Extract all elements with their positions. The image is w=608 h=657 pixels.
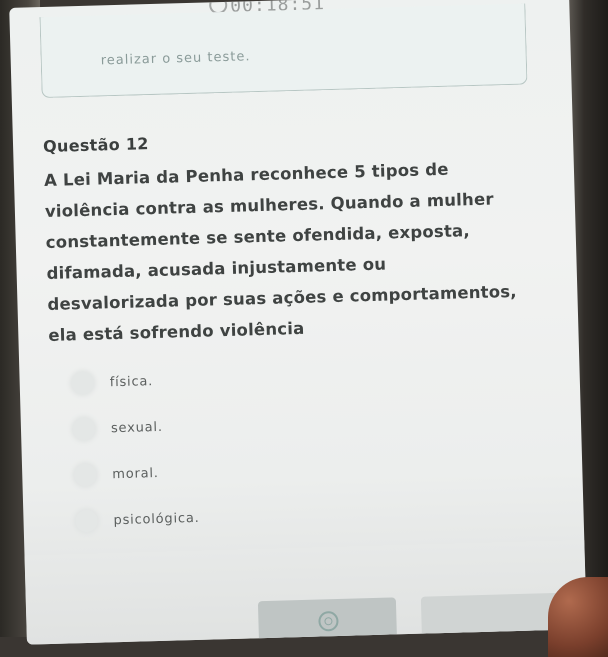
radio-button[interactable] <box>75 510 98 533</box>
question-number: Questão 12 <box>43 134 149 156</box>
phone-screen: 00:18:51 realizar o seu teste. Questão 1… <box>9 0 587 645</box>
question-text: A Lei Maria da Penha reconhece 5 tipos d… <box>44 151 549 351</box>
answer-options: física. sexual. moral. psicológica. <box>71 347 546 544</box>
radio-button[interactable] <box>71 372 94 395</box>
circle-icon <box>318 611 339 632</box>
option-label: moral. <box>112 465 159 481</box>
radio-button[interactable] <box>73 418 96 441</box>
option-label: psicológica. <box>113 510 199 527</box>
radio-button[interactable] <box>74 464 97 487</box>
option-label: sexual. <box>111 419 163 435</box>
info-box <box>39 4 527 99</box>
option-label: física. <box>109 374 153 390</box>
previous-button[interactable] <box>258 597 397 644</box>
